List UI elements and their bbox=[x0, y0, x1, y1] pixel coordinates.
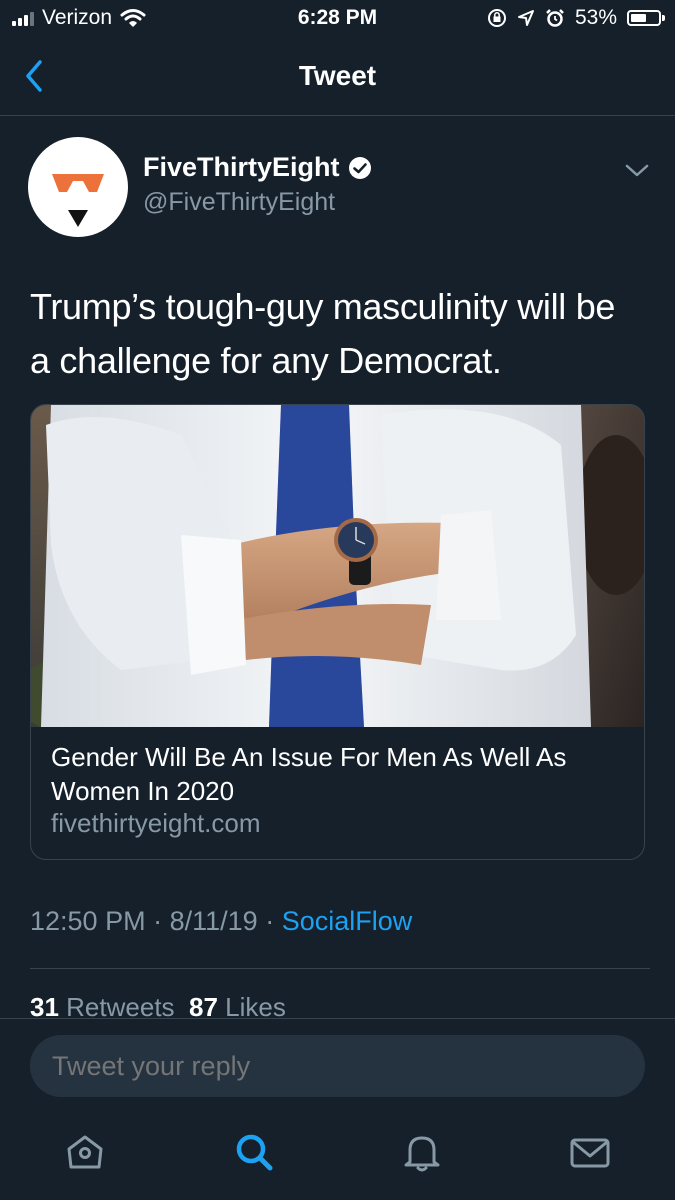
author-name-row[interactable]: FiveThirtyEight bbox=[143, 152, 372, 183]
avatar[interactable] bbox=[28, 137, 128, 237]
orientation-lock-icon bbox=[487, 9, 506, 27]
article-image bbox=[31, 405, 644, 727]
bell-icon[interactable] bbox=[400, 1130, 444, 1174]
tweet-meta: 12:50 PM · 8/11/19 · SocialFlow bbox=[30, 906, 412, 937]
tweet-time: 12:50 PM bbox=[30, 906, 146, 936]
search-icon[interactable] bbox=[232, 1130, 276, 1174]
reply-bar bbox=[0, 1018, 675, 1111]
meta-separator: · bbox=[153, 906, 170, 936]
retweets-label[interactable]: Retweets bbox=[66, 992, 174, 1020]
verified-badge-icon bbox=[348, 156, 371, 179]
card-domain: fivethirtyeight.com bbox=[51, 808, 261, 838]
battery-icon bbox=[627, 10, 665, 26]
card-title[interactable]: Gender Will Be An Issue For Men As Well … bbox=[51, 740, 631, 808]
home-icon[interactable] bbox=[63, 1130, 107, 1174]
likes-count[interactable]: 87 bbox=[189, 992, 218, 1020]
mail-icon[interactable] bbox=[568, 1130, 612, 1174]
page-title: Tweet bbox=[298, 60, 377, 91]
likes-label[interactable]: Likes bbox=[225, 992, 286, 1020]
fivethirtyeight-logo-icon bbox=[52, 174, 104, 227]
divider bbox=[30, 968, 650, 969]
reply-input[interactable] bbox=[30, 1035, 645, 1097]
alarm-icon bbox=[546, 9, 564, 27]
author-name[interactable]: FiveThirtyEight bbox=[143, 152, 340, 183]
tab-bar bbox=[0, 1110, 675, 1200]
battery-percent: 53% bbox=[574, 6, 617, 29]
retweets-count[interactable]: 31 bbox=[30, 992, 59, 1020]
nav-bar: Tweet bbox=[0, 40, 675, 116]
meta-separator: · bbox=[265, 906, 282, 936]
chevron-down-icon[interactable] bbox=[624, 162, 650, 180]
location-icon bbox=[517, 10, 534, 26]
link-card[interactable]: Gender Will Be An Issue For Men As Well … bbox=[30, 404, 645, 860]
status-bar: Verizon 6:28 PM 53% bbox=[0, 0, 675, 40]
tweet-text: Trump’s tough-guy masculinity will be a … bbox=[30, 286, 616, 381]
engagement-stats: 31 Retweets 87 Likes bbox=[30, 992, 286, 1020]
tweet-source-link[interactable]: SocialFlow bbox=[282, 906, 413, 936]
author-handle[interactable]: @FiveThirtyEight bbox=[143, 188, 335, 217]
tweet-date: 8/11/19 bbox=[169, 906, 258, 936]
status-right: 53% bbox=[487, 6, 665, 30]
